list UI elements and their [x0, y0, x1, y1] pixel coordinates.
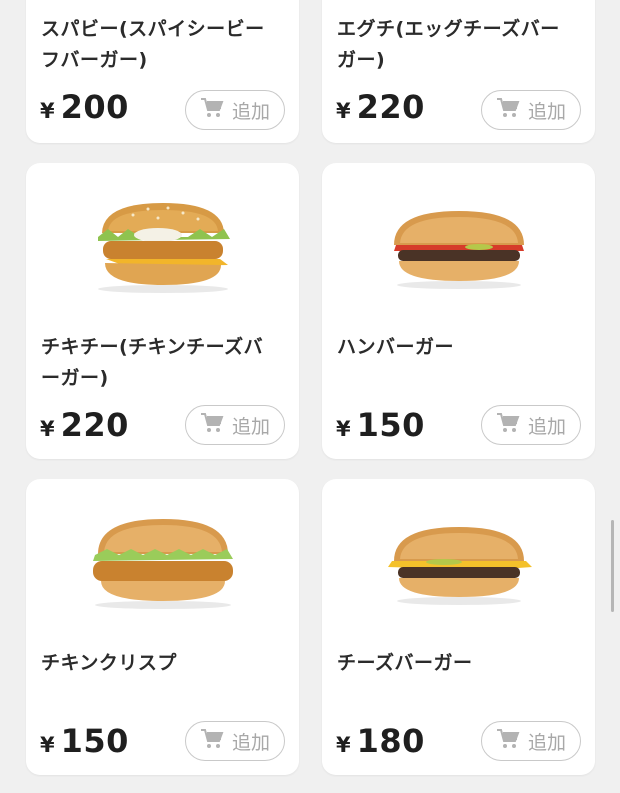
- item-name: チキンクリスプ: [41, 652, 177, 674]
- item-price: ¥ 220: [336, 88, 425, 126]
- item-name: ハンバーガー: [337, 336, 455, 358]
- cart-icon: [496, 412, 520, 439]
- cheeseburger-image: [322, 509, 595, 619]
- menu-card-spicy-beef-burger[interactable]: スパビー(スパイシービー フバーガー) ¥ 200 追加: [26, 0, 299, 143]
- hamburger-image: [322, 193, 595, 303]
- item-price: ¥ 150: [336, 406, 425, 444]
- add-to-cart-button[interactable]: 追加: [185, 90, 285, 130]
- cart-icon: [200, 97, 224, 124]
- cart-icon: [496, 728, 520, 755]
- add-to-cart-button[interactable]: 追加: [185, 721, 285, 761]
- add-to-cart-button[interactable]: 追加: [481, 90, 581, 130]
- item-price: ¥ 220: [40, 406, 129, 444]
- cart-icon: [200, 412, 224, 439]
- chicken-crisp-image: [26, 509, 299, 619]
- cart-icon: [200, 728, 224, 755]
- item-price: ¥ 180: [336, 722, 425, 760]
- menu-card-chicken-crisp[interactable]: チキンクリスプ ¥ 150 追加: [26, 479, 299, 775]
- add-to-cart-button[interactable]: 追加: [481, 721, 581, 761]
- item-name: スパビー(スパイシービー フバーガー): [41, 18, 265, 71]
- item-name: チキチー(チキンチーズバ ーガー): [41, 336, 264, 389]
- item-price: ¥ 150: [40, 722, 129, 760]
- chicken-cheese-burger-image: [26, 193, 299, 303]
- vertical-scrollbar[interactable]: [611, 520, 614, 612]
- cart-icon: [496, 97, 520, 124]
- menu-card-hamburger[interactable]: ハンバーガー ¥ 150 追加: [322, 163, 595, 459]
- item-price: ¥ 200: [40, 88, 129, 126]
- item-name: チーズバーガー: [337, 652, 473, 674]
- menu-card-egg-cheese-burger[interactable]: エグチ(エッグチーズバー ガー) ¥ 220 追加: [322, 0, 595, 143]
- menu-card-chicken-cheese-burger[interactable]: チキチー(チキンチーズバ ーガー) ¥ 220 追加: [26, 163, 299, 459]
- item-name: エグチ(エッグチーズバー ガー): [337, 18, 560, 71]
- menu-card-cheeseburger[interactable]: チーズバーガー ¥ 180 追加: [322, 479, 595, 775]
- add-to-cart-button[interactable]: 追加: [185, 405, 285, 445]
- add-to-cart-button[interactable]: 追加: [481, 405, 581, 445]
- menu-screen: { "items": [ { "name_line1": "スパビー(スパイシー…: [0, 0, 620, 793]
